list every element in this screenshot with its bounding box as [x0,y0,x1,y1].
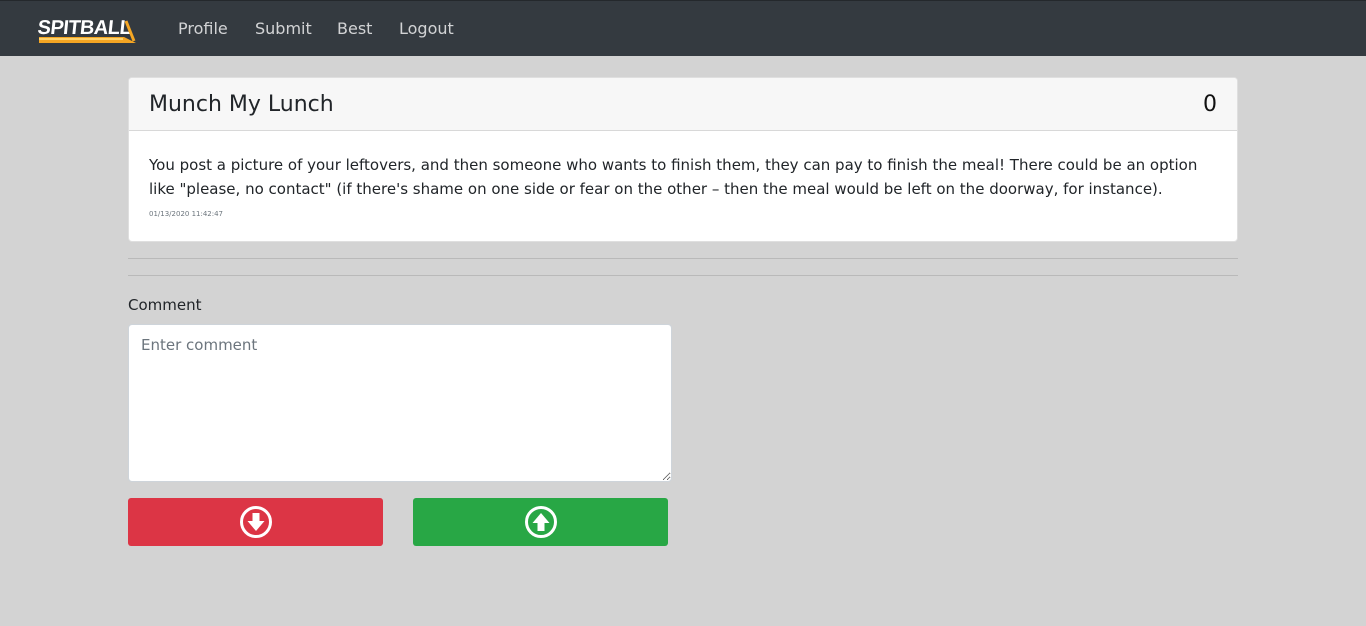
arrow-circle-up-icon [524,506,557,538]
post-card-header: Munch My Lunch 0 [129,78,1237,131]
downvote-button[interactable] [128,498,383,546]
spitball-logo[interactable]: SPITBALL [36,15,136,45]
post-timestamp: 01/13/2020 11:42:47 [149,210,224,218]
post-body: You post a picture of your leftovers, an… [149,156,1198,198]
logo-mark: SPITBALL [36,17,136,43]
upvote-button[interactable] [413,498,668,546]
divider-bottom [128,275,1238,276]
nav-logout-link[interactable]: Logout [399,19,454,39]
comment-label: Comment [128,296,202,314]
nav-profile-link[interactable]: Profile [178,19,228,39]
comment-input[interactable] [128,324,672,482]
logo-text: SPITBALL [38,17,133,39]
arrow-circle-down-icon [239,506,272,538]
divider-top [128,258,1238,259]
post-score: 0 [1203,92,1217,117]
post-title: Munch My Lunch [149,92,334,117]
nav-best-link[interactable]: Best [337,19,372,39]
navbar: SPITBALL Profile Submit Best Logout [0,0,1366,56]
nav-submit-link[interactable]: Submit [255,19,312,39]
post-card: Munch My Lunch 0 You post a picture of y… [128,77,1238,242]
